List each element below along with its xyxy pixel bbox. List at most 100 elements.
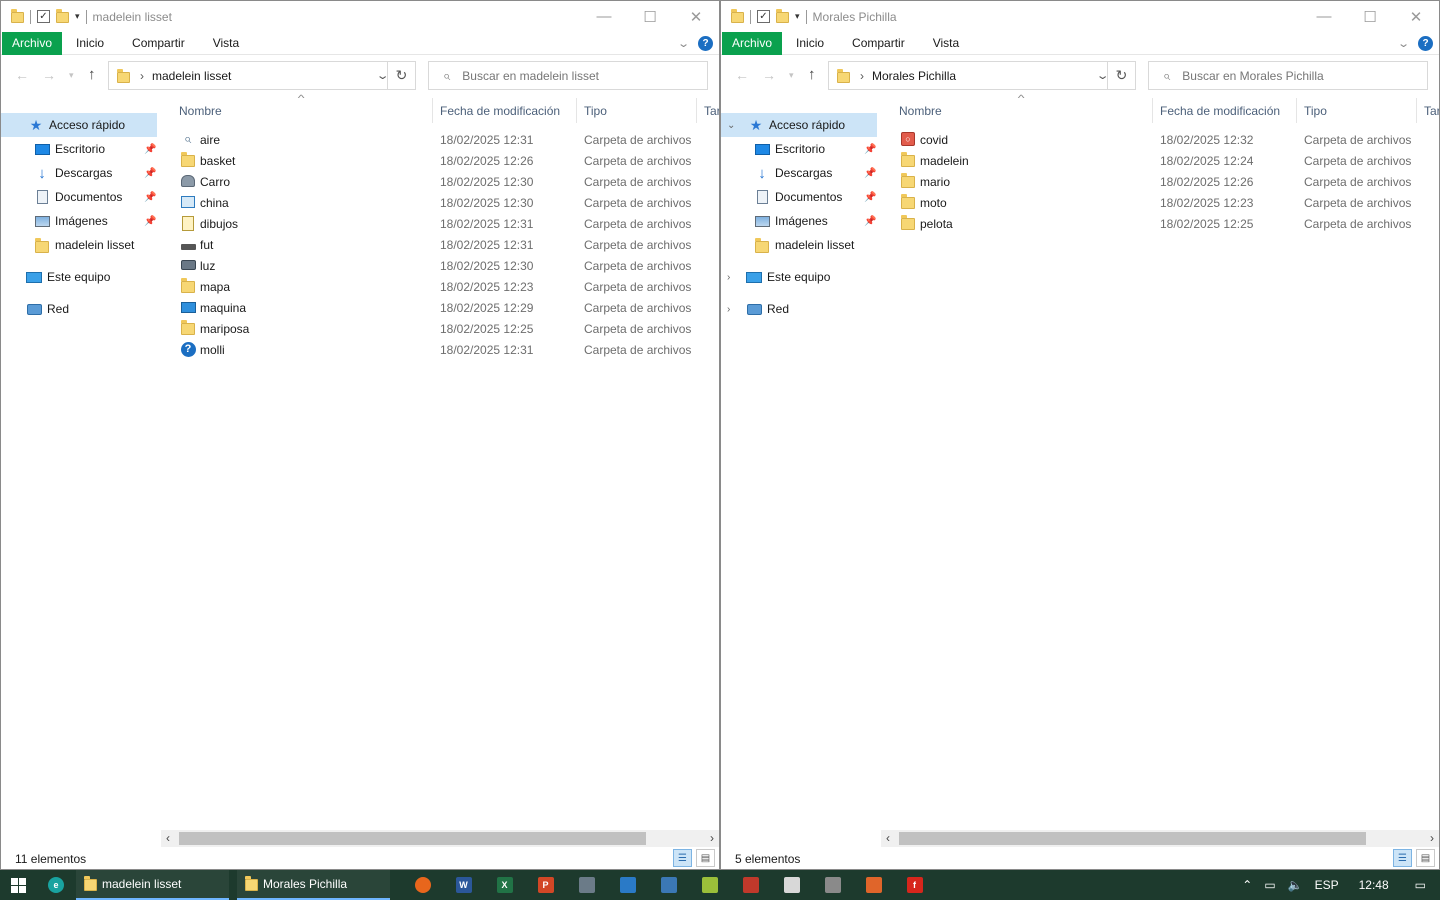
network-status-icon[interactable]: ▭: [1264, 878, 1275, 892]
column-name[interactable]: Nombre: [179, 104, 222, 118]
taskbar-app[interactable]: [402, 870, 443, 900]
file-row[interactable]: ○ covid 18/02/2025 12:32 Carpeta de archivo…: [891, 129, 1439, 150]
show-hidden-icons-icon[interactable]: ⌃: [1242, 878, 1252, 892]
tab-archivo[interactable]: Archivo: [2, 31, 63, 55]
clock[interactable]: 12:48: [1359, 878, 1389, 892]
file-row[interactable]: madelein 18/02/2025 12:24 Carpeta de archi…: [891, 150, 1439, 171]
search-box[interactable]: ⌕ Buscar en Morales Pichilla: [1148, 61, 1428, 90]
scroll-right-icon[interactable]: ›: [710, 831, 714, 845]
nav-item-images[interactable]: Imágenes 📌: [1, 209, 161, 233]
file-row[interactable]: dibujos 18/02/2025 12:31 Carpeta de archiv…: [171, 213, 719, 234]
forward-icon[interactable]: →: [42, 67, 56, 83]
large-icons-view-icon[interactable]: ▤: [696, 849, 715, 867]
breadcrumb-chevron-icon[interactable]: ›: [860, 69, 864, 83]
breadcrumb-current[interactable]: Morales Pichilla: [872, 69, 956, 83]
nav-item-this-pc[interactable]: › Este equipo: [721, 265, 881, 289]
taskbar-app[interactable]: P: [525, 870, 566, 900]
tab-compartir[interactable]: Compartir: [838, 32, 919, 55]
column-divider[interactable]: [576, 98, 577, 123]
column-divider[interactable]: [1416, 98, 1417, 123]
column-size[interactable]: Tar: [704, 104, 719, 118]
column-divider[interactable]: [696, 98, 697, 123]
taskbar-app[interactable]: [607, 870, 648, 900]
tab-vista[interactable]: Vista: [919, 32, 973, 55]
notifications-icon[interactable]: ▭: [1415, 878, 1426, 892]
expand-chevron-icon[interactable]: ›: [727, 304, 730, 315]
file-row[interactable]: ? molli 18/02/2025 12:31 Carpeta de archivo…: [171, 339, 719, 360]
details-view-icon[interactable]: ☰: [1393, 849, 1412, 867]
customize-toolbar-icon[interactable]: ▾: [75, 11, 80, 22]
tab-inicio[interactable]: Inicio: [782, 32, 838, 55]
close-button[interactable]: ✕: [673, 1, 719, 32]
address-bar[interactable]: › madelein lisset ⌄ ↻: [108, 61, 416, 90]
tab-inicio[interactable]: Inicio: [62, 32, 118, 55]
file-row[interactable]: fut 18/02/2025 12:31 Carpeta de archivos: [171, 234, 719, 255]
tab-compartir[interactable]: Compartir: [118, 32, 199, 55]
nav-item-documents[interactable]: Documentos 📌: [721, 185, 881, 209]
refresh-icon[interactable]: ↻: [1107, 62, 1135, 89]
taskbar-app[interactable]: W: [443, 870, 484, 900]
up-icon[interactable]: ↑: [88, 66, 96, 83]
nav-item-desktop[interactable]: Escritorio 📌: [1, 137, 161, 161]
column-divider[interactable]: [1296, 98, 1297, 123]
search-box[interactable]: ⌕ Buscar en madelein lisset: [428, 61, 708, 90]
horizontal-scrollbar[interactable]: ‹ ›: [161, 830, 719, 847]
taskbar-app[interactable]: [648, 870, 689, 900]
recent-locations-icon[interactable]: ▾: [789, 70, 794, 81]
nav-item-desktop[interactable]: Escritorio 📌: [721, 137, 881, 161]
back-icon[interactable]: ←: [735, 67, 749, 83]
nav-item-network[interactable]: › Red: [721, 297, 881, 321]
volume-icon[interactable]: 🔈: [1288, 878, 1303, 892]
recent-locations-icon[interactable]: ▾: [69, 70, 74, 81]
language-indicator[interactable]: ESP: [1315, 878, 1339, 892]
expand-ribbon-icon[interactable]: ⌄: [1397, 37, 1410, 50]
scroll-left-icon[interactable]: ‹: [166, 831, 170, 845]
nav-item-this-pc[interactable]: Este equipo: [1, 265, 161, 289]
taskbar-app[interactable]: [853, 870, 894, 900]
taskbar-window-madelein-lisset[interactable]: madelein lisset: [76, 870, 229, 900]
minimize-button[interactable]: —: [581, 1, 627, 32]
column-date[interactable]: Fecha de modificación: [1160, 104, 1280, 118]
scroll-thumb[interactable]: [899, 832, 1366, 845]
new-folder-icon[interactable]: [56, 9, 69, 23]
forward-icon[interactable]: →: [762, 67, 776, 83]
breadcrumb-chevron-icon[interactable]: ›: [140, 69, 144, 83]
taskbar-app[interactable]: [689, 870, 730, 900]
taskbar-app[interactable]: f: [894, 870, 935, 900]
scroll-right-icon[interactable]: ›: [1430, 831, 1434, 845]
taskbar-app[interactable]: [566, 870, 607, 900]
column-type[interactable]: Tipo: [1304, 104, 1327, 118]
file-row[interactable]: basket 18/02/2025 12:26 Carpeta de archivo…: [171, 150, 719, 171]
file-row[interactable]: moto 18/02/2025 12:23 Carpeta de archivos: [891, 192, 1439, 213]
taskbar-app[interactable]: X: [484, 870, 525, 900]
nav-item-madelein-lisset[interactable]: madelein lisset: [721, 233, 881, 257]
file-row[interactable]: mapa 18/02/2025 12:23 Carpeta de archivos: [171, 276, 719, 297]
column-size[interactable]: Tar: [1424, 104, 1439, 118]
close-button[interactable]: ✕: [1393, 1, 1439, 32]
breadcrumb-current[interactable]: madelein lisset: [152, 69, 231, 83]
address-bar[interactable]: › Morales Pichilla ⌄ ↻: [828, 61, 1136, 90]
taskbar-app[interactable]: [812, 870, 853, 900]
column-divider[interactable]: [432, 98, 433, 123]
new-folder-icon[interactable]: [776, 9, 789, 23]
taskbar-app[interactable]: [730, 870, 771, 900]
file-row[interactable]: mario 18/02/2025 12:26 Carpeta de archivos: [891, 171, 1439, 192]
maximize-button[interactable]: ☐: [1347, 1, 1393, 32]
column-type[interactable]: Tipo: [584, 104, 607, 118]
expand-chevron-icon[interactable]: ›: [727, 272, 730, 283]
nav-item-madelein-lisset[interactable]: madelein lisset: [1, 233, 161, 257]
nav-item-downloads[interactable]: ↓ Descargas 📌: [721, 161, 881, 185]
refresh-icon[interactable]: ↻: [387, 62, 415, 89]
help-icon[interactable]: ?: [698, 36, 713, 51]
scroll-left-icon[interactable]: ‹: [886, 831, 890, 845]
nav-item-quick-access[interactable]: ⌄ ★ Acceso rápido: [721, 113, 877, 137]
nav-item-quick-access[interactable]: ★ Acceso rápido: [1, 113, 157, 137]
nav-item-downloads[interactable]: ↓ Descargas 📌: [1, 161, 161, 185]
taskbar-window-morales-pichilla[interactable]: Morales Pichilla: [237, 870, 390, 900]
minimize-button[interactable]: —: [1301, 1, 1347, 32]
large-icons-view-icon[interactable]: ▤: [1416, 849, 1435, 867]
column-name[interactable]: Nombre: [899, 104, 942, 118]
scroll-thumb[interactable]: [179, 832, 646, 845]
maximize-button[interactable]: ☐: [627, 1, 673, 32]
column-divider[interactable]: [1152, 98, 1153, 123]
